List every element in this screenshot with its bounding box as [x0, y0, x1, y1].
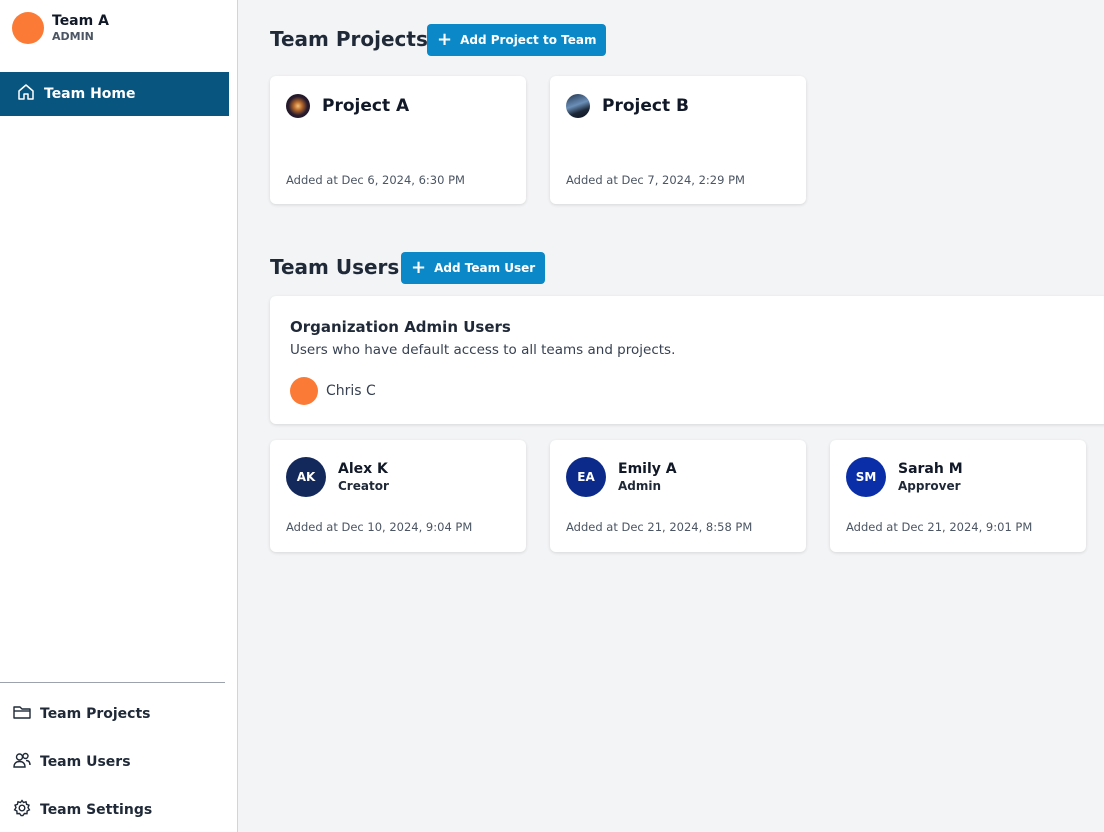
- user-name: Sarah M: [898, 461, 963, 477]
- user-card-emily[interactable]: EA Emily A Admin Added at Dec 21, 2024, …: [550, 440, 806, 552]
- user-added-date: Added at Dec 21, 2024, 9:01 PM: [846, 520, 1033, 534]
- plus-icon: +: [411, 257, 427, 278]
- add-project-button[interactable]: + Add Project to Team: [427, 24, 607, 56]
- project-name: Project A: [322, 96, 410, 116]
- project-added-date: Added at Dec 7, 2024, 2:29 PM: [566, 173, 745, 187]
- projects-section-title: Team Projects: [270, 27, 428, 51]
- org-admin-description: Users who have default access to all tea…: [290, 342, 676, 358]
- user-card-sarah[interactable]: SM Sarah M Approver Added at Dec 21, 202…: [830, 440, 1086, 552]
- team-role: ADMIN: [52, 30, 94, 43]
- sidebar-item-team-projects[interactable]: Team Projects: [12, 702, 151, 726]
- sidebar-item-team-users[interactable]: Team Users: [12, 750, 131, 774]
- sidebar-item-team-home[interactable]: Team Home: [0, 72, 229, 116]
- sidebar-item-label: Team Projects: [40, 706, 151, 722]
- sidebar-item-team-settings[interactable]: Team Settings: [12, 798, 152, 822]
- team-name: Team A: [52, 13, 109, 29]
- project-thumbnail: [286, 94, 310, 118]
- team-avatar: [12, 12, 44, 44]
- user-role: Admin: [618, 479, 662, 493]
- project-card-b[interactable]: Project B Added at Dec 7, 2024, 2:29 PM: [550, 76, 806, 204]
- project-thumbnail: [566, 94, 590, 118]
- avatar: SM: [846, 457, 886, 497]
- sidebar-divider: [0, 682, 225, 683]
- gear-icon: [12, 798, 32, 822]
- folder-icon: [12, 702, 32, 726]
- sidebar-item-label: Team Users: [40, 754, 131, 770]
- avatar: AK: [286, 457, 326, 497]
- add-project-label: Add Project to Team: [460, 33, 597, 47]
- sidebar-item-label: Team Home: [44, 86, 136, 102]
- team-header[interactable]: Team A ADMIN: [12, 12, 109, 44]
- avatar: EA: [566, 457, 606, 497]
- plus-icon: +: [437, 29, 453, 50]
- add-team-user-button[interactable]: + Add Team User: [401, 252, 546, 284]
- org-admin-user-name: Chris C: [326, 383, 376, 399]
- org-admin-title: Organization Admin Users: [290, 318, 511, 336]
- project-card-a[interactable]: Project A Added at Dec 6, 2024, 6:30 PM: [270, 76, 526, 204]
- org-admin-user[interactable]: Chris C: [290, 377, 376, 405]
- user-role: Creator: [338, 479, 389, 493]
- users-section-title: Team Users: [270, 255, 400, 279]
- user-card-alex[interactable]: AK Alex K Creator Added at Dec 10, 2024,…: [270, 440, 526, 552]
- project-added-date: Added at Dec 6, 2024, 6:30 PM: [286, 173, 465, 187]
- user-name: Alex K: [338, 461, 388, 477]
- home-icon: [16, 82, 36, 106]
- user-added-date: Added at Dec 10, 2024, 9:04 PM: [286, 520, 473, 534]
- sidebar-item-label: Team Settings: [40, 802, 153, 818]
- users-icon: [12, 750, 32, 774]
- org-admin-users-card: Organization Admin Users Users who have …: [270, 296, 1104, 424]
- user-added-date: Added at Dec 21, 2024, 8:58 PM: [566, 520, 753, 534]
- add-team-user-label: Add Team User: [434, 261, 536, 275]
- user-role: Approver: [898, 479, 961, 493]
- sidebar: Team A ADMIN Team Home Team Projects Tea…: [0, 0, 238, 832]
- avatar: [290, 377, 318, 405]
- user-name: Emily A: [618, 461, 677, 477]
- project-name: Project B: [602, 96, 689, 116]
